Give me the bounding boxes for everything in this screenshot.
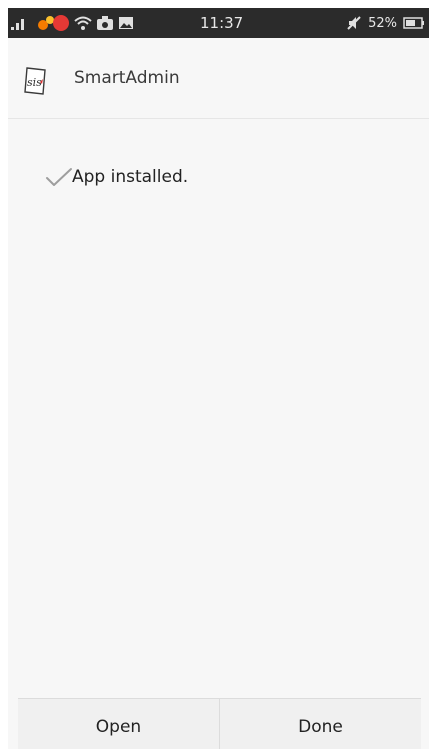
camera-icon [97,16,113,30]
button-bar: Open Done [18,698,421,749]
install-status-text: App installed. [72,167,189,187]
check-icon [46,168,72,186]
install-status: App installed. [44,166,188,188]
gallery-icon [119,17,133,29]
signal-icon [11,19,24,30]
logo-text: sis [27,76,42,89]
mute-icon [347,16,361,30]
app-logo-icon: sis [24,67,46,95]
battery-icon [403,17,424,29]
app-title: SmartAdmin [74,68,180,88]
notification-badge-icon [38,15,69,31]
status-bar: 11:37 52% [8,8,429,38]
open-button[interactable]: Open [18,699,219,749]
done-button[interactable]: Done [219,699,421,749]
app-header: sis SmartAdmin [8,48,429,119]
screen: 11:37 52% sis SmartAdmin App installed. [8,8,429,749]
clock: 11:37 [200,14,244,32]
battery-percentage: 52% [368,15,397,31]
wifi-icon [74,16,92,30]
